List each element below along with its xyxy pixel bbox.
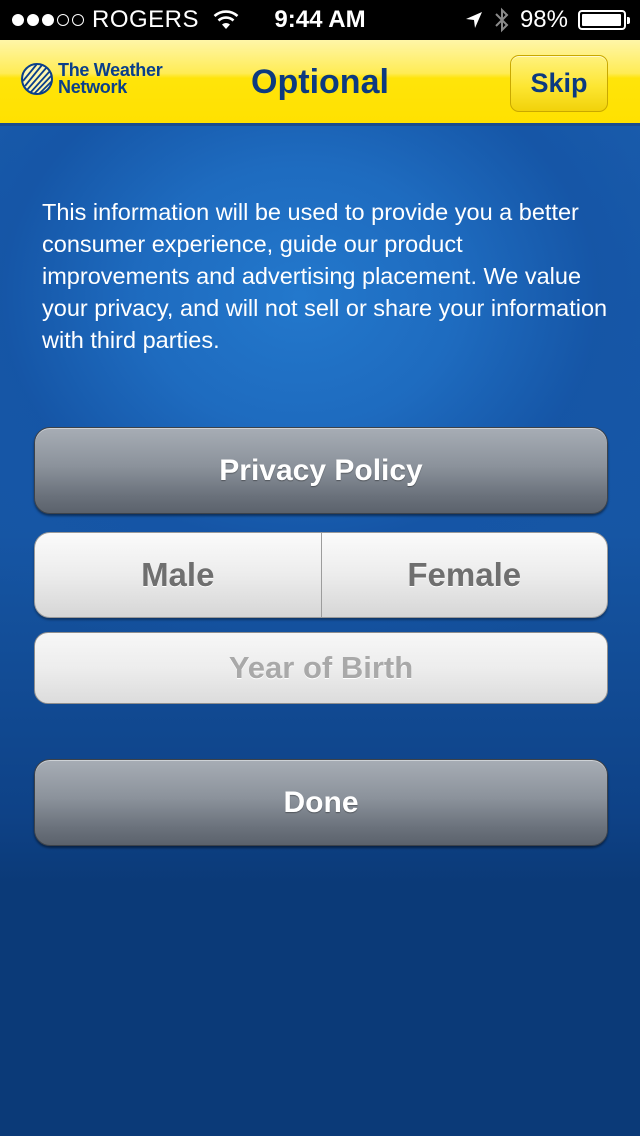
gender-option-female[interactable]: Female bbox=[320, 533, 608, 617]
globe-logo-icon bbox=[21, 63, 53, 95]
privacy-policy-button[interactable]: Privacy Policy bbox=[34, 427, 608, 514]
main-content: This information will be used to provide… bbox=[0, 126, 640, 1136]
skip-button[interactable]: Skip bbox=[510, 55, 608, 112]
weather-network-logo: The Weather Network bbox=[20, 61, 163, 97]
status-bar: ROGERS 9:44 AM 98% bbox=[0, 0, 640, 40]
gender-segmented-control: Male Female bbox=[34, 532, 608, 618]
signal-strength-icon bbox=[12, 14, 84, 26]
battery-icon bbox=[578, 10, 630, 30]
done-button[interactable]: Done bbox=[34, 759, 608, 846]
logo-line-2: Network bbox=[58, 77, 127, 97]
privacy-intro-text: This information will be used to provide… bbox=[42, 199, 608, 353]
year-of-birth-field[interactable]: Year of Birth bbox=[34, 632, 608, 704]
nav-header: The Weather Network Optional Skip bbox=[0, 40, 640, 126]
bluetooth-icon bbox=[495, 7, 509, 33]
carrier-name: ROGERS bbox=[92, 6, 200, 33]
gender-option-male[interactable]: Male bbox=[35, 533, 321, 617]
location-arrow-icon bbox=[465, 12, 482, 28]
battery-percent: 98% bbox=[519, 6, 568, 33]
wifi-icon bbox=[213, 10, 239, 29]
battery-level bbox=[582, 14, 622, 26]
